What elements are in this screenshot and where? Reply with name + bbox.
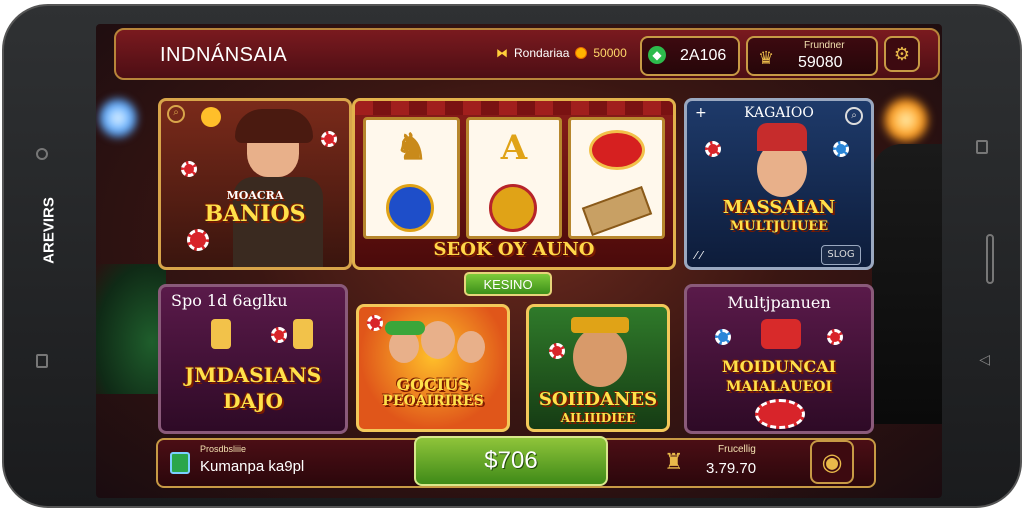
game-tile-banios[interactable]: ⌕ MOACRA BANIOS — [158, 98, 352, 270]
game-tile-gocius[interactable]: GOCIUS PEOAIRIRES — [356, 304, 510, 432]
winnings-value: 59080 — [798, 54, 843, 71]
dollar-icon: ♜ — [664, 450, 684, 475]
coins-icon: ◉ — [821, 448, 843, 476]
top-bar: INDNÁNSAIA ⧓ Rondariaa 50000 ◆ 2A106 ♛ F… — [114, 28, 940, 80]
poker-chip — [715, 329, 731, 345]
left-table-bg — [96, 264, 166, 394]
game-tile-soiidanes[interactable]: SOIIDANES AILIIIDIEE — [526, 304, 670, 432]
spin-button[interactable]: $706 — [414, 436, 608, 486]
trophy-icon — [211, 319, 231, 349]
tile-subtitle: DAJO — [223, 389, 283, 413]
reel-2: A — [465, 117, 563, 239]
slot-caption: SEOK OY AUNO — [433, 239, 595, 260]
balance-pill[interactable]: ◆ 2A106 — [640, 36, 740, 76]
winnings-pill[interactable]: ♛ Frundner 59080 — [746, 36, 878, 76]
letter-symbol: A — [500, 128, 528, 168]
tile-title: JMDASIANS — [184, 363, 322, 387]
phone-left-bezel: AREVIRS — [4, 6, 94, 506]
character-face — [573, 327, 627, 387]
menu-button[interactable]: ◉ — [810, 440, 854, 484]
tile-title: MOIDUNCAI — [721, 357, 837, 376]
info-icon[interactable]: ⌕ — [167, 105, 185, 123]
tile-header: Spo 1d 6aglku — [171, 291, 288, 310]
poker-chip — [833, 141, 849, 157]
character-face — [421, 321, 455, 359]
tile-subtitle: MAIALAUEOI — [725, 379, 833, 395]
poker-chip — [705, 141, 721, 157]
promo-value: 50000 — [593, 46, 627, 60]
app-title: INDNÁNSAIA — [160, 44, 288, 66]
camera-icon — [36, 148, 48, 160]
dealer-silhouette — [872, 144, 942, 424]
poker-chip — [827, 329, 843, 345]
phone-frame: AREVIRS ◁ INDNÁNSAIA ⧓ Rondariaa 50000 ◆… — [2, 4, 1022, 508]
stage-light-left — [98, 96, 138, 140]
settings-button[interactable]: ⚙ — [884, 36, 920, 72]
back-icon[interactable]: ◁ — [979, 352, 990, 368]
tile-subtitle: MULTJUIUEE — [729, 219, 829, 234]
phone-right-bezel: ◁ — [936, 6, 1020, 506]
tile-title: SOIIDANES — [538, 389, 658, 410]
trophy-icon — [293, 319, 313, 349]
tile-subtitle: AILIIIDIEE — [560, 411, 636, 425]
poker-chip — [321, 131, 337, 147]
balance-value: 2A106 — [680, 47, 727, 64]
tile-title: MASSAIAN — [722, 197, 836, 218]
character-mask — [761, 319, 801, 349]
tile-play-button[interactable]: SLOG — [821, 245, 861, 265]
horse-symbol: ♞ — [395, 126, 428, 168]
footer-left-label: Prosdbsliiie — [200, 444, 247, 454]
tile-title: BANIOS — [204, 201, 306, 227]
check-icon — [170, 452, 190, 474]
tile-small-icon: ⁄ ⁄ — [695, 249, 703, 262]
tile-title: GOCIUS — [396, 375, 470, 394]
game-tile-massaian[interactable]: + ⌕ KAGAIOO MASSAIAN MULTJUIUEE ⁄ ⁄ SLOG — [684, 98, 874, 270]
character-hat — [757, 123, 807, 151]
slot-reels: ♞ A — [363, 117, 666, 239]
square-nav-icon[interactable] — [976, 140, 988, 154]
poker-chip — [271, 327, 287, 343]
bow-icon: ⧓ — [496, 46, 508, 60]
poker-chip — [181, 161, 197, 177]
chip-pile — [755, 399, 805, 429]
stage-light-right — [882, 96, 930, 144]
game-tile-multjpanuen[interactable]: Multjpanuen MOIDUNCAI MAIALAUEOI — [684, 284, 874, 434]
crown-icon — [571, 317, 629, 333]
device-side-label: AREVIRS — [40, 197, 58, 264]
slot-machine-tile[interactable]: ♞ A SEOK OY AUNO — [352, 98, 676, 270]
winnings-label: Frundner — [804, 40, 845, 51]
poker-chip — [187, 229, 209, 251]
gold-coin — [201, 107, 221, 127]
character-hair — [235, 109, 313, 143]
footer-right-value: 3.79.70 — [706, 460, 757, 477]
poker-chip — [367, 315, 383, 331]
horseshoe-symbol — [488, 184, 537, 232]
gem-icon: ◆ — [648, 46, 666, 64]
center-badge[interactable]: KESINO — [464, 272, 552, 296]
crown-icon: ♛ — [758, 48, 775, 68]
reel-1: ♞ — [363, 117, 460, 239]
gear-icon: ⚙ — [893, 43, 911, 65]
red-badge-symbol — [589, 130, 646, 170]
footer-left-text[interactable]: Kumanpa ka9pl — [200, 458, 304, 475]
volume-button[interactable] — [986, 234, 994, 284]
curtain — [355, 101, 673, 115]
coin-icon — [575, 47, 588, 59]
tile-header: Multjpanuen — [727, 293, 831, 312]
reel-3 — [568, 117, 666, 239]
game-screen: INDNÁNSAIA ⧓ Rondariaa 50000 ◆ 2A106 ♛ F… — [96, 24, 942, 498]
game-tile-jmdasians[interactable]: Spo 1d 6aglku JMDASIANS DAJO — [158, 284, 348, 434]
tile-header: KAGAIOO — [744, 105, 814, 121]
character-face — [457, 331, 485, 363]
chip-symbol — [386, 184, 434, 232]
recent-apps-icon[interactable] — [36, 354, 48, 368]
poker-chip — [549, 343, 565, 359]
tile-subtitle: PEOAIRIRES — [382, 393, 484, 409]
promo-label: Rondariaa — [514, 46, 570, 60]
ticket-symbol — [582, 185, 653, 237]
footer-right-label: Frucellig — [718, 444, 756, 455]
promo-banner[interactable]: ⧓ Rondariaa 50000 — [496, 46, 627, 60]
green-hair — [385, 321, 425, 335]
